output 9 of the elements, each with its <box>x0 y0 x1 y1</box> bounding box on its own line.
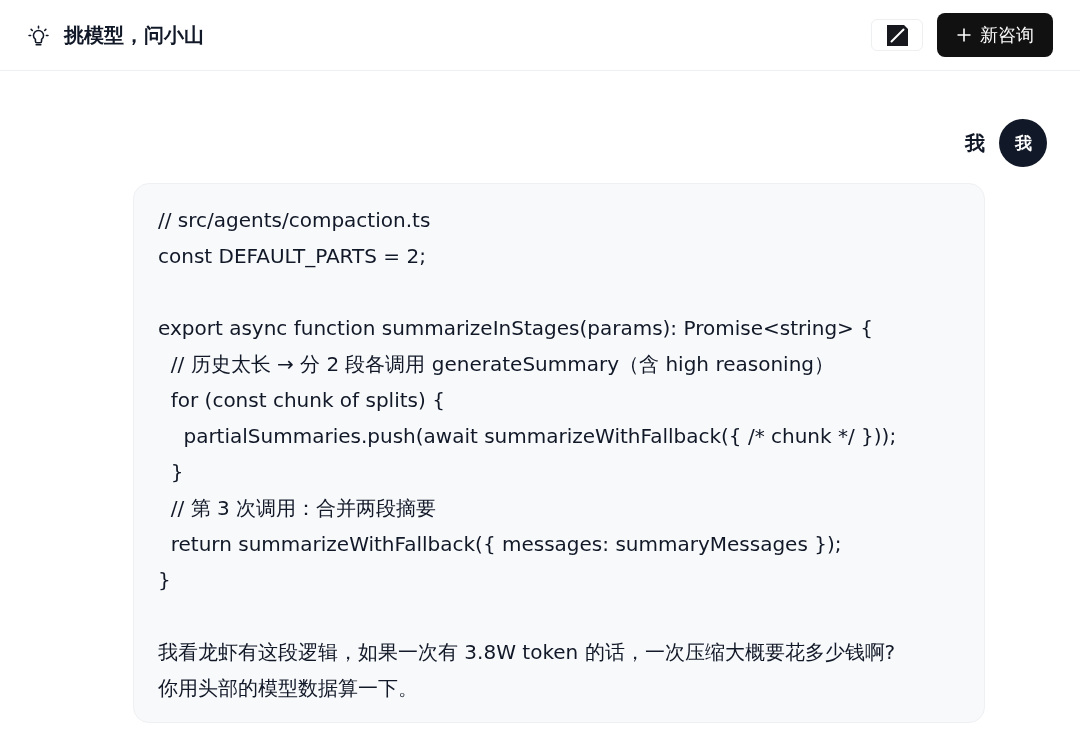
user-avatar: 我 <box>999 119 1047 167</box>
lightbulb-icon <box>28 24 49 46</box>
message-text: // src/agents/compaction.ts const DEFAULT_PARTS = 2; export async function summarizeInStages(params): Promise<string> { // 历史太长 → 分 2 段各调用 generateSummary（含 high reasoning） for (const chunk of splits) { partialSummaries.push(await summarizeWithFallback({ /* chunk */ })); } // 第 3 次调用：合并两段摘要 return summarizeWithFallback({ messages: summaryMessages }); } 我看龙虾有这段逻辑，如果一次有 3.8W token 的话，一次压缩大概要花多少钱啊? 你用头部的模型数据算一下。 <box>158 207 898 702</box>
plus-icon <box>956 28 971 42</box>
new-chat-button[interactable]: 新咨询 <box>937 13 1053 57</box>
app-title: 挑模型，问小山 <box>64 22 204 49</box>
slash-square-icon <box>885 23 909 47</box>
sender-name: 我 <box>965 129 985 157</box>
edit-button[interactable] <box>871 19 923 51</box>
